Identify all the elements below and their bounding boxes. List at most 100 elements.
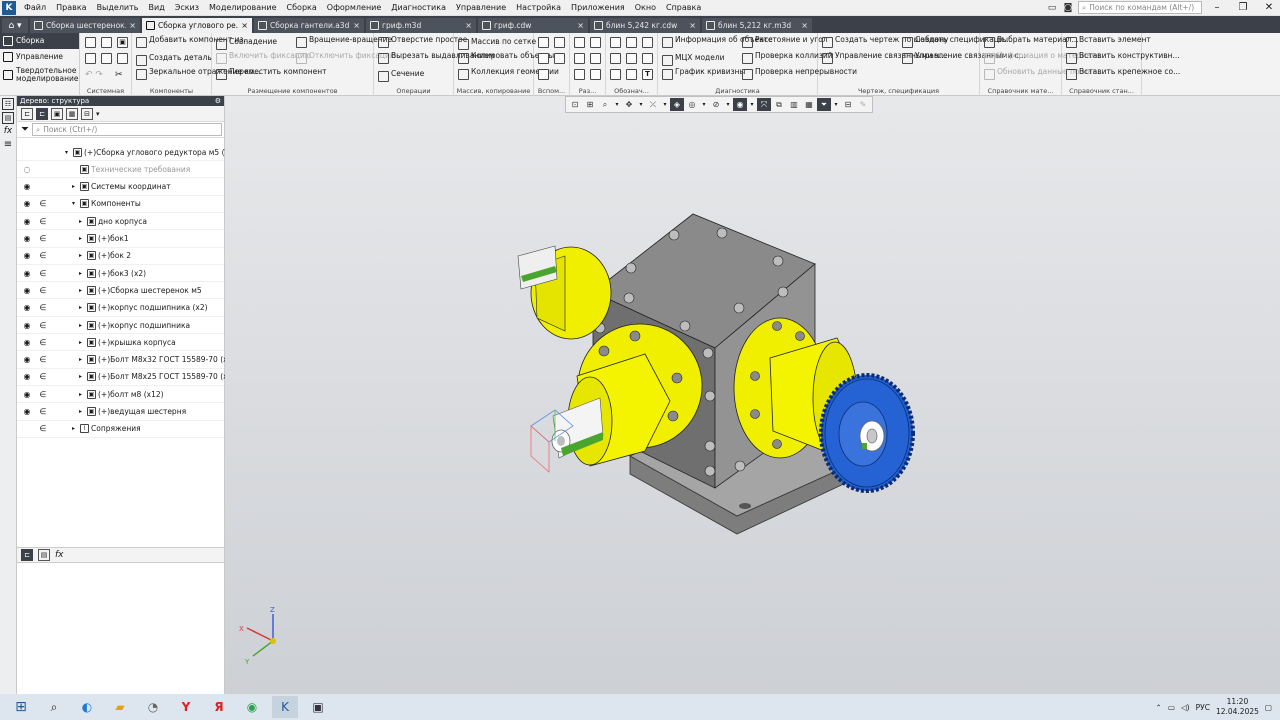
menu-item[interactable]: Диагностика: [386, 0, 451, 16]
tree-view-icon[interactable]: ▣: [51, 107, 63, 120]
eye-icon[interactable]: ◉: [21, 286, 33, 295]
variables-panel-icon[interactable]: fx: [2, 126, 14, 138]
include-icon[interactable]: ∈: [38, 269, 48, 278]
network-icon[interactable]: ▭: [1168, 703, 1175, 712]
include-icon[interactable]: ∈: [38, 199, 48, 208]
include-icon[interactable]: ∈: [38, 251, 48, 260]
expand-arrow-icon[interactable]: ▸: [79, 304, 85, 311]
dim-radius-icon[interactable]: [574, 53, 585, 64]
expand-arrow-icon[interactable]: ▸: [79, 356, 85, 363]
mark-icon[interactable]: [642, 53, 653, 64]
open-icon[interactable]: [101, 37, 112, 48]
document-tab[interactable]: блин 5,212 кг.m3d ×: [702, 18, 812, 33]
dim-angle-icon[interactable]: [590, 37, 601, 48]
tree-row[interactable]: ◉ ∈ ▸ ▣ (+)ведущая шестерня: [17, 404, 224, 421]
eye-icon[interactable]: ◉: [21, 217, 33, 226]
insert-struct-button[interactable]: Вставить конструктивн...: [1066, 52, 1180, 64]
close-icon[interactable]: ×: [465, 21, 472, 30]
kompas-taskbar-icon[interactable]: K: [272, 696, 298, 718]
tree-sort-icon[interactable]: ⊟: [81, 107, 93, 120]
minimize-button[interactable]: –: [1206, 2, 1228, 13]
include-icon[interactable]: ∈: [38, 372, 48, 381]
insert-fastener-button[interactable]: Вставить крепежное со...: [1066, 68, 1180, 80]
section-button[interactable]: Сечение: [378, 70, 424, 82]
home-icon[interactable]: ⌂ ▾: [2, 18, 28, 33]
document-tab[interactable]: Сборка углового ре... ×: [142, 18, 252, 33]
close-button[interactable]: ✕: [1258, 2, 1280, 13]
section-solid-modeling[interactable]: Твердотельное моделирование: [0, 65, 79, 85]
aux-plane-icon[interactable]: [554, 37, 565, 48]
grid-array-button[interactable]: Массив по сетке: [458, 38, 536, 50]
tolerance-icon[interactable]: [626, 53, 637, 64]
expand-arrow-icon[interactable]: ▸: [79, 391, 85, 398]
save-icon[interactable]: ▣: [117, 37, 128, 48]
variables-tab-icon[interactable]: fx: [55, 550, 64, 560]
tree-row[interactable]: ◉ ∈ ▸ ▣ (+)бок1: [17, 231, 224, 248]
tree-mode-icon[interactable]: ⊏: [21, 107, 33, 120]
layers-panel-icon[interactable]: ≡: [2, 140, 14, 152]
restore-button[interactable]: ❐: [1232, 2, 1254, 13]
tree-row[interactable]: ◉ ∈ ▸ ▣ (+)корпус подшипника (x2): [17, 300, 224, 317]
section-control[interactable]: Управление: [0, 49, 79, 65]
tree-filter-icon[interactable]: ▦: [66, 107, 78, 120]
include-icon[interactable]: ∈: [38, 303, 48, 312]
tree-icon[interactable]: [117, 53, 128, 64]
clock[interactable]: 11:20 12.04.2025: [1216, 697, 1259, 717]
undo-icon[interactable]: ↶ ↷: [85, 70, 103, 80]
aux-cs-icon[interactable]: [554, 53, 565, 64]
expand-arrow-icon[interactable]: ▾: [65, 149, 71, 156]
camera-icon[interactable]: ◙: [1062, 2, 1074, 14]
tree-row[interactable]: ◉ ∈ ▸ ▣ (+)Болт М8х32 ГОСТ 15589-70 (x28): [17, 352, 240, 369]
include-icon[interactable]: ∈: [38, 424, 48, 433]
document-tab[interactable]: Сборка шестеренок... ×: [30, 18, 140, 33]
properties-icon[interactable]: [101, 53, 112, 64]
coincide-button[interactable]: Совпадение: [216, 38, 277, 50]
include-icon[interactable]: ∈: [38, 234, 48, 243]
close-icon[interactable]: ×: [801, 21, 808, 30]
section-assembly[interactable]: Сборка: [0, 33, 79, 49]
eye-icon[interactable]: ◉: [21, 390, 33, 399]
eye-icon[interactable]: ◉: [21, 251, 33, 260]
tree-row[interactable]: ◉ ∈ ▸ ▣ (+)бок3 (x2): [17, 265, 224, 283]
create-part-button[interactable]: Создать деталь: [136, 54, 212, 66]
tree-row[interactable]: ◉ ∈ ▸ ▣ (+)болт м8 (x12): [17, 386, 224, 404]
3d-viewport[interactable]: ⊡ ⊞ ⌕ ▾ ✥ ▾ ⤫ ▾ ◈ ◎ ▾ ⊘ ▾ ◉ ▾ ⤧ ⧉ ▥ ▦ ⏷ ▾ ⊟ ✎: [225, 96, 1280, 694]
dim-diameter-icon[interactable]: [590, 53, 601, 64]
aux-line-icon[interactable]: [538, 69, 549, 80]
eye-icon[interactable]: ◉: [21, 321, 33, 330]
tree-row[interactable]: ◌ ▣ Технические требования: [17, 161, 224, 179]
eye-icon[interactable]: ◉: [21, 355, 33, 364]
edge-icon[interactable]: ◐: [74, 696, 100, 718]
notification-icon[interactable]: ▢: [1265, 703, 1272, 712]
tree-row[interactable]: ∈ ▸ ⌇ Сопряжения: [17, 421, 224, 438]
tree-row[interactable]: ▾ ▣ (+)Сборка углового редуктора м5 (Тел-: [17, 144, 241, 161]
eye-icon[interactable]: ◉: [21, 182, 33, 191]
include-icon[interactable]: ∈: [38, 286, 48, 295]
include-icon[interactable]: ∈: [38, 321, 48, 330]
dim-linear-icon[interactable]: [574, 37, 585, 48]
tree-search-input[interactable]: ⌕ Поиск (Ctrl+/): [32, 123, 222, 136]
document-tab[interactable]: гриф.m3d ×: [366, 18, 476, 33]
document-tab[interactable]: гриф.cdw ×: [478, 18, 588, 33]
eye-icon[interactable]: ◉: [21, 372, 33, 381]
gear-icon[interactable]: ⚙: [215, 96, 221, 106]
expand-arrow-icon[interactable]: ▸: [79, 322, 85, 329]
tree-row[interactable]: ◉ ∈ ▸ ▣ (+)бок 2: [17, 248, 224, 265]
eye-icon[interactable]: ◉: [21, 303, 33, 312]
menu-item[interactable]: Файл: [19, 0, 51, 16]
menu-item[interactable]: Окно: [630, 0, 661, 16]
windows-start-icon[interactable]: ⊞: [8, 696, 34, 718]
print-icon[interactable]: [85, 53, 96, 64]
close-icon[interactable]: ×: [689, 21, 696, 30]
eye-icon[interactable]: ◉: [21, 269, 33, 278]
hidden-eye-icon[interactable]: ◌: [21, 165, 33, 174]
menu-item[interactable]: Правка: [51, 0, 91, 16]
tree-tab-icon[interactable]: ⊏: [21, 549, 33, 561]
eye-icon[interactable]: ◉: [21, 338, 33, 347]
expand-arrow-icon[interactable]: ▸: [79, 408, 85, 415]
mcx-button[interactable]: МЦХ модели: [662, 54, 725, 66]
menu-item[interactable]: Приложения: [566, 0, 630, 16]
tree-row[interactable]: ◉ ∈ ▸ ▣ (+)Сборка шестеренок м5: [17, 282, 224, 300]
tree-row[interactable]: ◉ ∈ ▸ ▣ (+)Болт М8х25 ГОСТ 15589-70 (x22): [17, 369, 240, 386]
yandex-icon[interactable]: Я: [206, 696, 232, 718]
